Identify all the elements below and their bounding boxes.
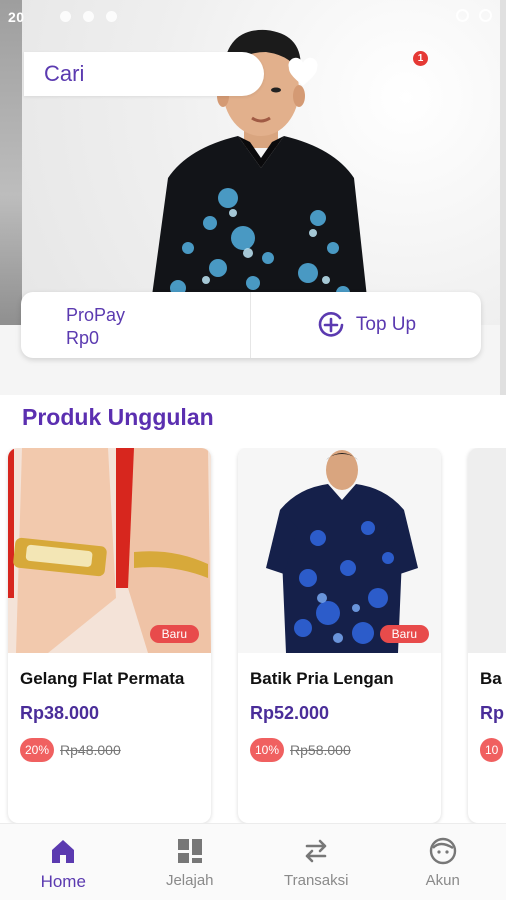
- heart-icon[interactable]: [286, 56, 320, 90]
- alarm-icon: [456, 9, 469, 22]
- nav-label: Transaksi: [284, 872, 349, 889]
- bottom-navigation: Home Jelajah Transaksi Akun: [0, 823, 506, 900]
- status-bar: 20: [0, 0, 506, 34]
- nav-akun[interactable]: Akun: [380, 824, 506, 900]
- discount-badge: 10: [480, 738, 504, 762]
- topup-label: Top Up: [355, 314, 417, 335]
- product-price: Rp: [480, 703, 504, 723]
- product-card[interactable]: Baru Batik Pria Lengan Rp52.000 10% Rp58…: [238, 448, 441, 823]
- grid-icon: [177, 839, 202, 863]
- product-card[interactable]: Baru Gelang Flat Permata Rp38.000 20% Rp…: [8, 448, 211, 823]
- discount-badge: 10%: [250, 738, 285, 762]
- status-system-icons: [456, 9, 492, 22]
- status-time: 20: [8, 9, 25, 25]
- search-bar[interactable]: Cari: [24, 52, 264, 96]
- product-image: [468, 448, 506, 653]
- product-image: Baru: [238, 448, 441, 653]
- product-discount-row: 20% Rp48.000: [20, 738, 211, 762]
- section-title: Produk Unggulan: [22, 404, 214, 430]
- propay-label: ProPay: [66, 305, 126, 325]
- propay-card: ProPay Rp0 Top Up: [21, 292, 481, 358]
- status-notification-icons: [60, 11, 117, 22]
- notification-badge[interactable]: 1: [413, 51, 428, 66]
- original-price: Rp48.000: [60, 742, 121, 758]
- product-card[interactable]: Ba Rp 10: [468, 448, 506, 823]
- add-circle-icon: [318, 312, 344, 337]
- product-price: Rp38.000: [20, 703, 100, 723]
- new-badge: Baru: [149, 625, 199, 643]
- topup-button[interactable]: Top Up: [251, 292, 481, 358]
- nav-home[interactable]: Home: [0, 824, 127, 900]
- nav-label: Jelajah: [165, 872, 214, 889]
- product-name: Gelang Flat Permata: [20, 669, 185, 688]
- product-price: Rp52.000: [250, 703, 330, 723]
- discount-badge: 20%: [20, 738, 55, 762]
- home-icon: [52, 840, 75, 863]
- previous-banner-slide[interactable]: [0, 0, 22, 325]
- notification-icon: [60, 11, 71, 22]
- notification-icon: [83, 11, 94, 22]
- product-name: Ba: [480, 669, 502, 688]
- propay-amount: Rp0: [66, 328, 100, 348]
- banner-edge: [500, 0, 506, 395]
- product-name: Batik Pria Lengan: [250, 669, 394, 688]
- product-image: Baru: [8, 448, 211, 653]
- battery-icon: [479, 9, 492, 22]
- nav-label: Akun: [425, 872, 460, 889]
- product-discount-row: 10% Rp58.000: [250, 738, 441, 762]
- product-carousel[interactable]: Baru Gelang Flat Permata Rp38.000 20% Rp…: [0, 448, 506, 823]
- bracelet-image: [8, 448, 211, 653]
- notification-icon: [106, 11, 117, 22]
- new-badge: Baru: [379, 625, 429, 643]
- search-placeholder: Cari: [44, 61, 85, 86]
- product-discount-row: 10: [480, 738, 506, 762]
- nav-transaksi[interactable]: Transaksi: [253, 824, 380, 900]
- nav-jelajah[interactable]: Jelajah: [127, 824, 254, 900]
- swap-icon: [305, 839, 327, 863]
- face-icon: [429, 837, 456, 865]
- original-price: Rp58.000: [290, 742, 351, 758]
- batik-shirt-image: [238, 448, 441, 653]
- nav-label: Home: [40, 872, 86, 891]
- propay-balance[interactable]: ProPay Rp0: [21, 292, 251, 358]
